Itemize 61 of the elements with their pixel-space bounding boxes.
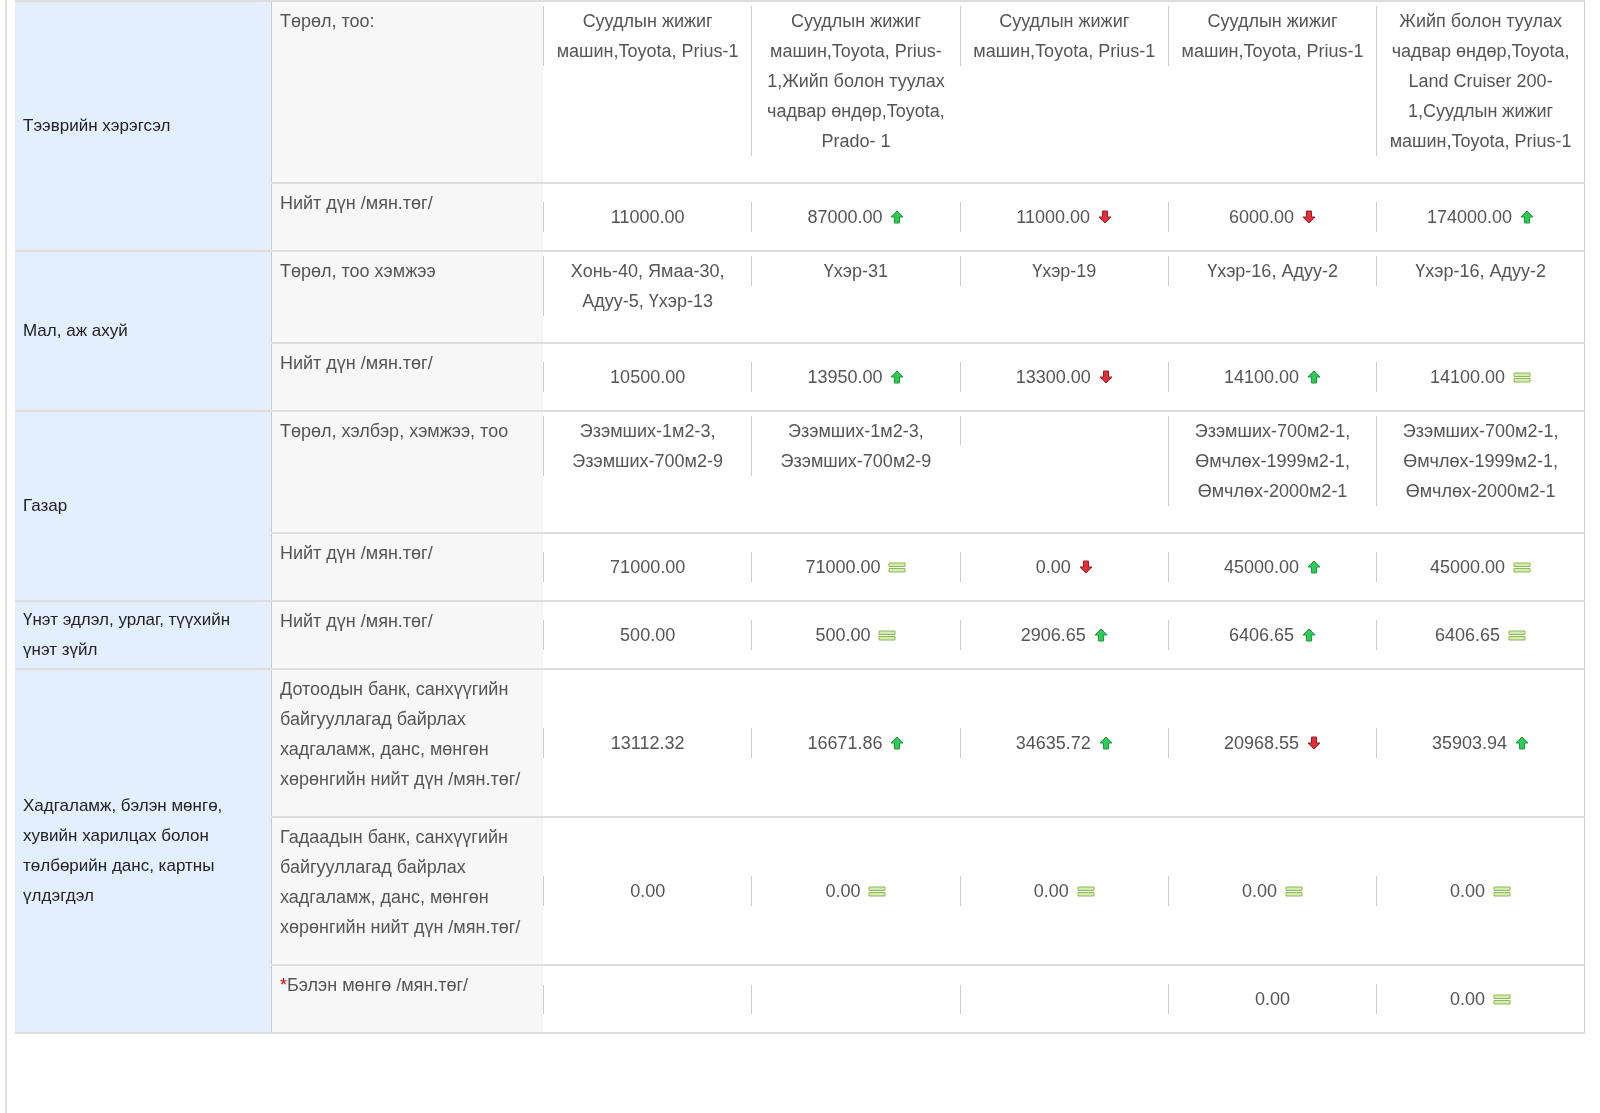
table-cell-text: Эзэмших-700м2-1, Өмчлөх-1999м2-1, Өмчлөх-2000м2-1 (1193, 420, 1352, 503)
table-cell-text: 11000.00 (1016, 206, 1091, 229)
table-cell-text: Үхэр-31 (823, 260, 889, 283)
table-cell-text: 0.00 (1242, 880, 1278, 903)
table-cell-text: 0.00 (1255, 988, 1291, 1011)
table-cell-text: 11000.00 (610, 206, 685, 229)
row-label: *Бэлэн мөнгө /мян.төг/ (280, 975, 469, 995)
row-label: Нийт дүн /мян.төг/ (280, 611, 433, 631)
table-cell-text: 13950.00 (807, 366, 883, 389)
table-cell-text: 2906.65 (1020, 624, 1086, 647)
table-cell-text: 174000.00 (1427, 206, 1513, 229)
table-cell-text: 71000.00 (805, 556, 881, 579)
table-cell-text: Эзэмших-700м2-1, Өмчлөх-1999м2-1, Өмчлөх-2000м2-1 (1401, 420, 1560, 503)
table-cell-text: 0.00 (825, 880, 861, 903)
table-cell-text: 500.00 (620, 624, 676, 647)
row-label: Гадаадын банк, санхүүгийн байгууллагад байрлах хадгаламж, данс, мөнгөн хөрөнгийн нийт дүн /мян.төг/ (280, 827, 521, 937)
table-cell-text: 14100.00 (1224, 366, 1300, 389)
table-cell-text: 6406.65 (1435, 624, 1501, 647)
table-cell-text: 10500.00 (610, 366, 686, 389)
row-label: Төрөл, хэлбэр, хэмжээ, тоо (280, 421, 509, 441)
table-cell-text: Суудлын жижиг машин,Toyota, Prius-1 (1180, 10, 1365, 63)
table-cell-text: 71000.00 (610, 556, 686, 579)
table-cell-text: Эзэмших-1м2-3, Эзэмших-700м2-9 (571, 420, 724, 473)
table-cell-text: Үхэр-16, Адуу-2 (1415, 260, 1546, 283)
group-label: Тээврийн хэрэгсэл (23, 116, 171, 135)
table-cell-text: 6000.00 (1229, 206, 1295, 229)
table-cell-text: Суудлын жижиг машин,Toyota, Prius-1 (555, 10, 740, 63)
table-cell-text: Суудлын жижиг машин,Toyota, Prius-1 (972, 10, 1157, 63)
table-cell-text: 35903.94 (1432, 732, 1508, 755)
table-cell-text: Жийп болон туулах чадвар өндөр,Toyota, Land Cruiser 200-1,Суудлын жижиг машин,Toyota, Prius-1 (1388, 10, 1573, 153)
table-cell-text: 0.00 (1450, 880, 1486, 903)
group-label: Газар (23, 496, 68, 515)
table-cell-text: 6406.65 (1229, 624, 1295, 647)
table-cell-text: 0.00 (630, 880, 666, 903)
table-cell-text: Суудлын жижиг машин,Toyota, Prius-1,Жийп болон туулах чадвар өндөр,Toyota, Prado- 1 (766, 10, 946, 153)
table-cell-text: 34635.72 (1015, 732, 1091, 755)
table-cell-text: 14100.00 (1430, 366, 1506, 389)
group-label: Хадгаламж, бэлэн мөнгө, хувийн харилцах болон төлбөрийн данс, картны үлдэгдэл (23, 796, 223, 905)
row-label: Дотоодын банк, санхүүгийн байгууллагад байрлах хадгаламж, данс, мөнгөн хөрөнгийн нийт дүн /мян.төг/ (280, 679, 521, 789)
table-cell-text: 13300.00 (1015, 366, 1091, 389)
row-label: Төрөл, тоо хэмжээ (280, 261, 436, 281)
table-cell-text: 16671.86 (807, 732, 883, 755)
table-cell-text: Хонь-40, Ямаа-30, Адуу-5, Үхэр-13 (569, 260, 726, 313)
table-cell-text: 500.00 (815, 624, 871, 647)
table-cell-text: 0.00 (1450, 988, 1486, 1011)
table-cell-text: 45000.00 (1430, 556, 1506, 579)
row-label: Нийт дүн /мян.төг/ (280, 193, 433, 213)
table-cell-text: 0.00 (1035, 556, 1071, 579)
table-cell-text: 0.00 (1033, 880, 1069, 903)
table-cell-text: Үхэр-19 (1032, 260, 1097, 283)
table-cell-text: 45000.00 (1224, 556, 1300, 579)
row-label: Нийт дүн /мян.төг/ (280, 353, 433, 373)
table-cell-text: 13112.32 (610, 732, 685, 755)
table-cell-text: Үхэр-16, Адуу-2 (1207, 260, 1338, 283)
row-label: Төрөл, тоо: (280, 11, 375, 31)
row-label: Нийт дүн /мян.төг/ (280, 543, 433, 563)
table-cell-text: 20968.55 (1224, 732, 1300, 755)
table-cell-text: 87000.00 (807, 206, 883, 229)
group-label: Мал, аж ахуй (23, 321, 128, 340)
group-label: Үнэт эдлэл, урлаг, түүхийн үнэт зүйл (23, 610, 231, 659)
table-cell-text: Эзэмших-1м2-3, Эзэмших-700м2-9 (779, 420, 933, 473)
